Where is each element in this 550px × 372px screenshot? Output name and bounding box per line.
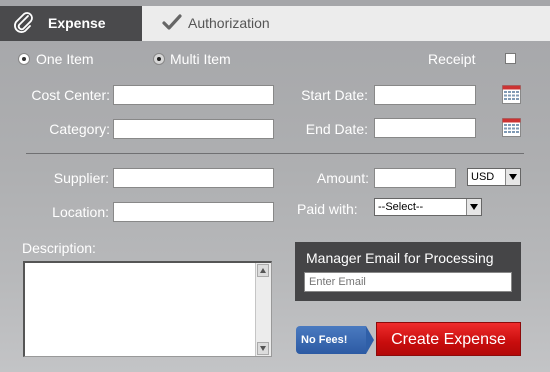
amount-label: Amount: bbox=[316, 170, 369, 186]
location-label: Location: bbox=[52, 204, 109, 220]
tab-authorization[interactable]: Authorization bbox=[142, 6, 550, 41]
supplier-input[interactable] bbox=[113, 168, 274, 188]
description-label: Description: bbox=[22, 240, 96, 256]
tab-authorization-label: Authorization bbox=[188, 15, 270, 31]
create-expense-button[interactable]: Create Expense bbox=[376, 322, 521, 356]
paid-with-selected-value: --Select-- bbox=[378, 201, 424, 213]
paid-with-label: Paid with: bbox=[297, 201, 358, 217]
no-fees-badge: No Fees! bbox=[296, 326, 374, 354]
chevron-down-icon bbox=[466, 199, 481, 215]
scroll-down-arrow-icon[interactable] bbox=[257, 342, 269, 355]
category-input[interactable] bbox=[113, 119, 274, 139]
cost-center-input[interactable] bbox=[113, 85, 274, 105]
scroll-up-arrow-icon[interactable] bbox=[257, 264, 269, 277]
description-textarea[interactable] bbox=[23, 261, 272, 357]
section-divider bbox=[26, 153, 524, 154]
receipt-label: Receipt bbox=[428, 51, 476, 67]
end-date-label: End Date: bbox=[305, 121, 368, 137]
location-input[interactable] bbox=[113, 202, 274, 222]
start-date-calendar-icon[interactable] bbox=[502, 85, 521, 104]
receipt-checkbox[interactable] bbox=[505, 53, 516, 64]
no-fees-label: No Fees! bbox=[301, 334, 348, 346]
multi-item-radio[interactable] bbox=[153, 53, 165, 65]
cost-center-label: Cost Center: bbox=[31, 87, 110, 103]
end-date-calendar-icon[interactable] bbox=[502, 118, 521, 137]
tab-expense[interactable]: Expense bbox=[0, 6, 142, 41]
create-expense-label: Create Expense bbox=[391, 331, 506, 348]
checkmark-icon bbox=[162, 14, 182, 30]
tab-expense-label: Expense bbox=[48, 15, 106, 31]
currency-selected-value: USD bbox=[471, 171, 495, 183]
one-item-radio[interactable] bbox=[18, 53, 30, 65]
one-item-label: One Item bbox=[36, 51, 94, 67]
start-date-input[interactable] bbox=[374, 85, 476, 105]
end-date-input[interactable] bbox=[374, 118, 476, 138]
chevron-down-icon bbox=[505, 169, 520, 185]
paperclip-icon bbox=[14, 12, 33, 33]
badge-arrow-icon bbox=[366, 326, 374, 354]
manager-email-title: Manager Email for Processing bbox=[306, 250, 494, 266]
tab-bar: Expense Authorization bbox=[0, 0, 550, 41]
description-scrollbar[interactable] bbox=[255, 263, 271, 356]
category-label: Category: bbox=[49, 121, 110, 137]
manager-email-panel: Manager Email for Processing bbox=[295, 242, 521, 301]
paid-with-select[interactable]: --Select-- bbox=[374, 198, 482, 216]
multi-item-label: Multi Item bbox=[170, 51, 231, 67]
currency-select[interactable]: USD bbox=[467, 168, 521, 186]
manager-email-input[interactable] bbox=[304, 272, 512, 292]
start-date-label: Start Date: bbox=[301, 87, 368, 103]
amount-input[interactable] bbox=[374, 168, 456, 188]
supplier-label: Supplier: bbox=[53, 170, 109, 186]
